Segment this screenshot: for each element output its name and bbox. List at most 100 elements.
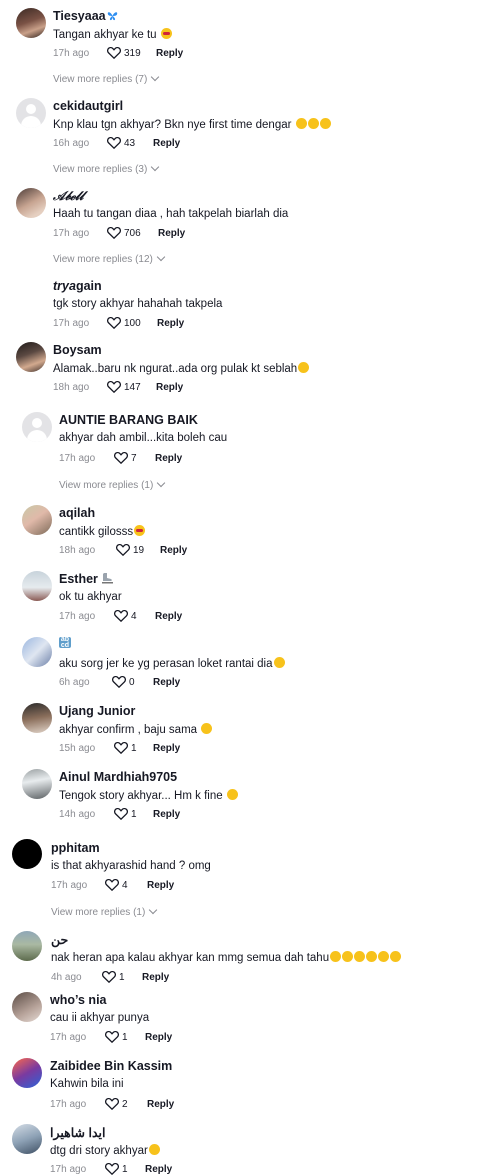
comment-username[interactable]: pphitam [51,841,100,855]
pleading-face-icon [226,789,238,800]
like-heart-icon[interactable] [107,381,121,393]
avatar[interactable] [12,1058,42,1088]
comment-time: 17h ago [50,1164,87,1175]
like-heart-icon[interactable] [107,317,121,329]
like-count: 0 [129,677,135,688]
comment-username[interactable]: Ainul Mardhiah9705 [59,770,177,784]
comment-time: 17h ago [53,48,90,59]
avatar[interactable] [22,505,52,535]
like-count: 43 [124,138,136,149]
like-count: 1 [122,1032,128,1043]
avatar[interactable] [12,931,42,961]
like-heart-icon[interactable] [107,137,121,149]
comment-username[interactable]: Tiesyaaa [53,9,118,23]
reply-button[interactable]: Reply [153,138,180,149]
reply-button[interactable]: Reply [153,677,180,688]
reply-button[interactable]: Reply [156,48,183,59]
comment-time: 18h ago [53,382,90,393]
comment-time: 17h ago [59,611,96,622]
comment-text: Alamak..baru nk ngurat..ada org pulak kt… [53,362,310,375]
comment-text: dtg dri story akhyar [50,1144,160,1157]
comment-time: 17h ago [50,1099,87,1110]
reply-button[interactable]: Reply [147,880,174,891]
comment-username[interactable]: cekidautgirl [53,99,123,113]
like-heart-icon[interactable] [105,1163,119,1175]
comment-username[interactable]: Zaibidee Bin Kassim [50,1059,172,1073]
comment-time: 16h ago [53,138,90,149]
comment-username[interactable]: ايدا شاهيرا [50,1125,105,1140]
comment-username[interactable]: aqilah [59,506,95,520]
like-heart-icon[interactable] [105,879,119,891]
reply-button[interactable]: Reply [158,228,185,239]
reply-button[interactable]: Reply [153,743,180,754]
comment-time: 17h ago [50,1032,87,1043]
like-heart-icon[interactable] [114,452,128,464]
view-more-replies-button[interactable]: View more replies (12) [53,252,166,265]
view-more-replies-button[interactable]: View more replies (1) [59,478,166,491]
avatar[interactable] [22,637,52,667]
comment-text: akhyar confirm , baju sama [59,723,213,736]
like-heart-icon[interactable] [105,1098,119,1110]
reply-button[interactable]: Reply [155,611,182,622]
flushed-face-icon [160,28,172,39]
like-heart-icon[interactable] [114,610,128,622]
rofl-icon [201,723,213,734]
avatar[interactable] [12,992,42,1022]
comment-time: 17h ago [53,318,90,329]
comment-username[interactable]: حن [51,932,68,947]
reply-button[interactable]: Reply [155,453,182,464]
like-count: 147 [124,382,141,393]
reply-button[interactable]: Reply [153,809,180,820]
avatar[interactable] [22,769,52,799]
comment-username[interactable]: tryagain [53,279,102,293]
avatar[interactable] [16,98,46,128]
comment-username[interactable]: 𝒜𝒷ℯ𝓁𝓁 [53,188,83,204]
view-more-replies-button[interactable]: View more replies (3) [53,162,160,175]
rofl-icon [390,951,402,962]
avatar[interactable] [16,8,46,38]
like-count: 706 [124,228,141,239]
like-count: 1 [131,809,137,820]
like-count: 4 [131,611,137,622]
chevron-down-icon [151,162,160,172]
avatar[interactable] [16,342,46,372]
comment-username[interactable]: Ujang Junior [59,704,135,718]
comment-username[interactable]: Boysam [53,343,102,357]
like-heart-icon[interactable] [114,808,128,820]
comment-text: is that akhyarashid hand ? omg [51,860,211,872]
avatar[interactable] [12,839,42,869]
reply-button[interactable]: Reply [157,318,184,329]
comment-time: 17h ago [59,453,96,464]
reply-button[interactable]: Reply [145,1164,172,1175]
abcd-emoji-username[interactable]: ab cd [59,636,71,649]
avatar[interactable] [22,703,52,733]
comment-username[interactable]: AUNTIE BARANG BAIK [59,413,198,427]
comment-time: 18h ago [59,545,96,556]
like-heart-icon[interactable] [107,227,121,239]
reply-button[interactable]: Reply [160,545,187,556]
reply-button[interactable]: Reply [156,382,183,393]
avatar[interactable] [16,188,46,218]
like-heart-icon[interactable] [116,544,130,556]
view-more-replies-button[interactable]: View more replies (1) [51,905,158,918]
like-heart-icon[interactable] [114,742,128,754]
comment-time: 17h ago [53,228,90,239]
like-heart-icon[interactable] [107,47,121,59]
reply-button[interactable]: Reply [142,972,169,983]
like-heart-icon[interactable] [102,971,116,983]
comment-username[interactable]: who’s nia [50,993,107,1007]
chevron-down-icon [157,478,166,488]
view-more-replies-button[interactable]: View more replies (7) [53,72,160,85]
comment-time: 4h ago [51,972,82,983]
like-heart-icon[interactable] [105,1031,119,1043]
like-heart-icon[interactable] [112,676,126,688]
laughing-tears-icon [307,118,319,129]
reply-button[interactable]: Reply [147,1099,174,1110]
comment-text: cau ii akhyar punya [50,1012,150,1024]
avatar[interactable] [22,412,52,442]
like-count: 319 [124,48,141,59]
avatar[interactable] [22,571,52,601]
avatar[interactable] [12,1124,42,1154]
reply-button[interactable]: Reply [145,1032,172,1043]
comment-username[interactable]: Esther [59,572,113,586]
